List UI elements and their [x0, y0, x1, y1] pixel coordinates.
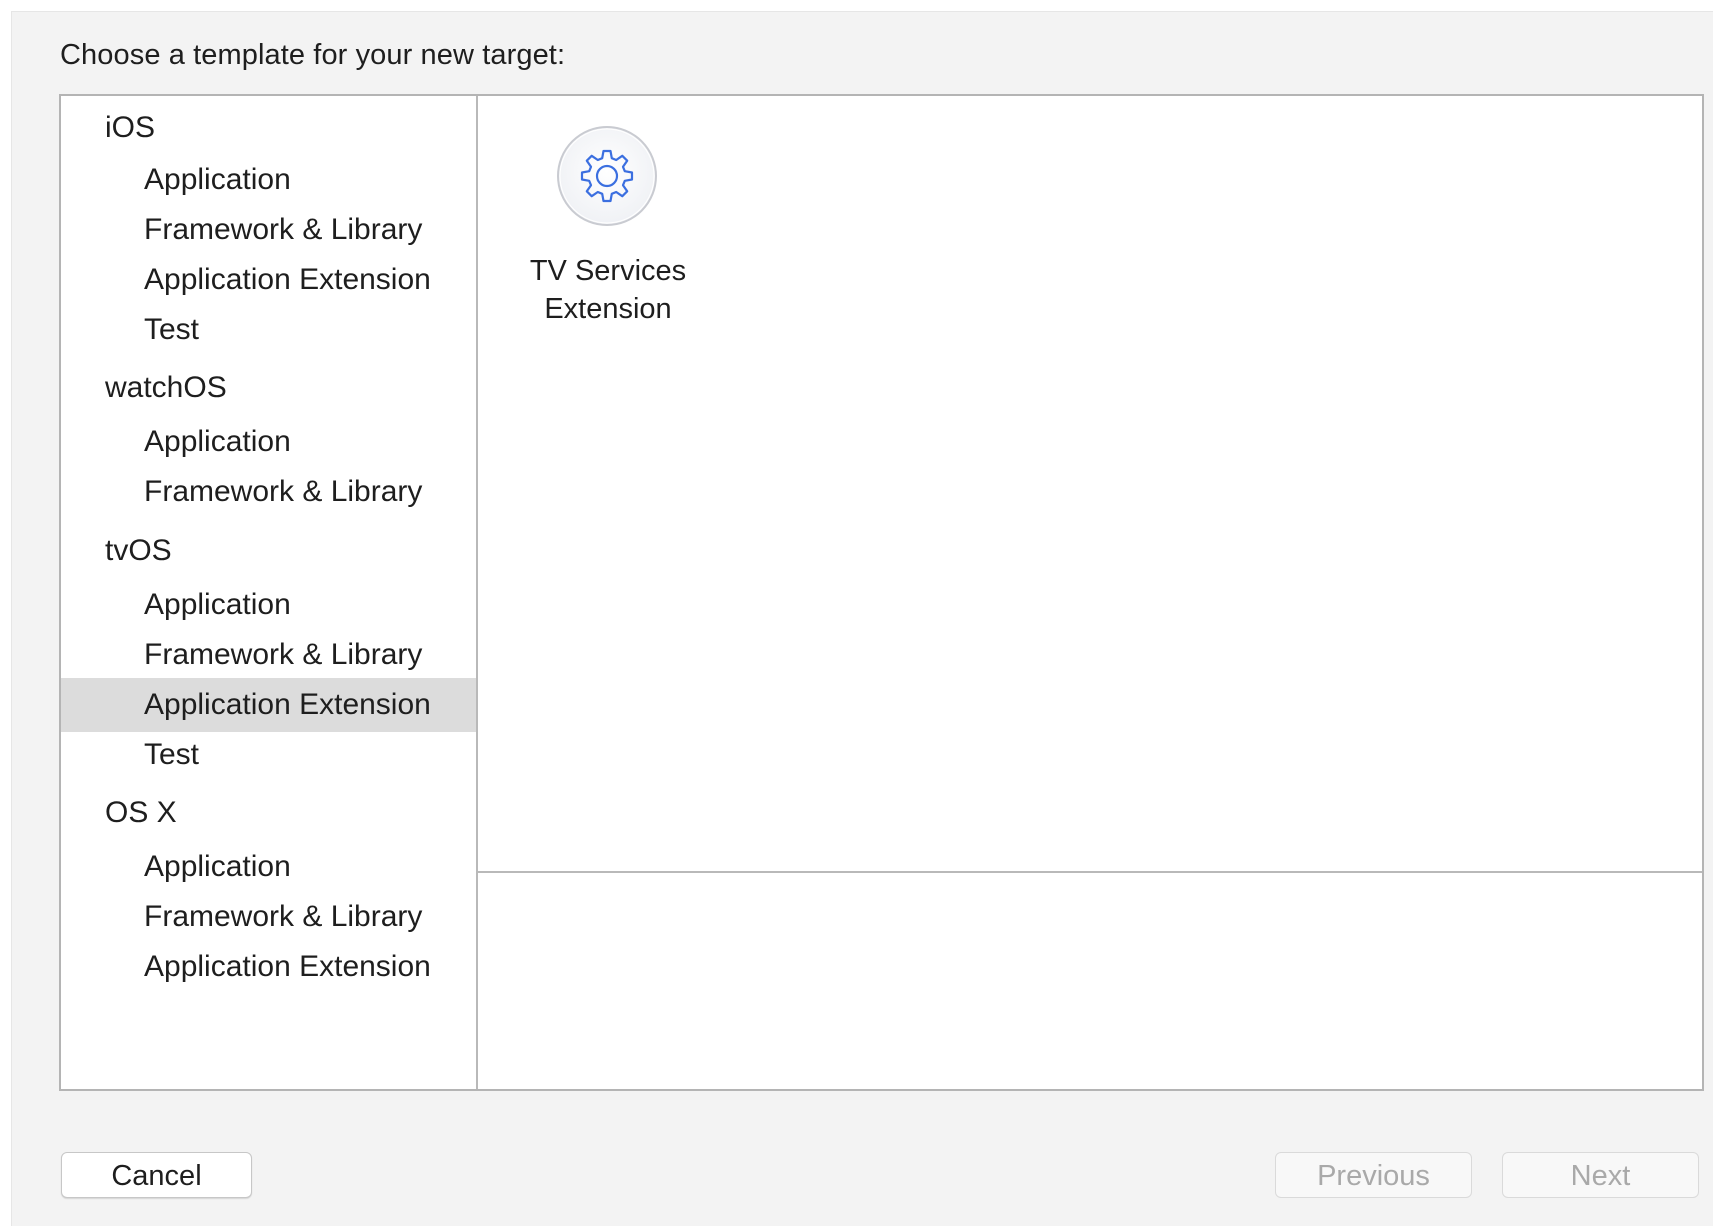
sidebar-item-ios-framework-library[interactable]: Framework & Library: [61, 203, 476, 257]
sidebar-item-watchos-framework-library[interactable]: Framework & Library: [61, 465, 476, 519]
platform-header-ios: iOS: [105, 111, 156, 144]
dialog-prompt: Choose a template for your new target:: [60, 39, 566, 71]
template-chooser-sheet: Choose a template for your new target: i…: [11, 11, 1713, 1226]
platform-header-osx: OS X: [105, 796, 177, 829]
template-label-line1: TV Services: [529, 255, 687, 287]
sidebar-item-tvos-application[interactable]: Application: [61, 578, 476, 632]
sidebar-item-osx-framework-library[interactable]: Framework & Library: [61, 890, 476, 944]
next-button[interactable]: Next: [1502, 1152, 1699, 1198]
sidebar-item-ios-application[interactable]: Application: [61, 153, 476, 207]
template-label-line2: Extension: [544, 293, 672, 325]
previous-button[interactable]: Previous: [1275, 1152, 1472, 1198]
sidebar-item-tvos-test[interactable]: Test: [61, 728, 476, 782]
sidebar-item-osx-application-extension[interactable]: Application Extension: [61, 940, 476, 994]
sidebar-item-ios-application-extension[interactable]: Application Extension: [61, 253, 476, 307]
sidebar-item-tvos-application-extension[interactable]: Application Extension: [61, 678, 476, 732]
sidebar-item-tvos-framework-library[interactable]: Framework & Library: [61, 628, 476, 682]
template-label: TV Services Extension: [508, 252, 708, 328]
template-description-pane: [478, 873, 1702, 1089]
platform-header-tvos: tvOS: [105, 534, 172, 567]
sidebar-item-watchos-application[interactable]: Application: [61, 415, 476, 469]
sidebar-item-osx-application[interactable]: Application: [61, 840, 476, 894]
template-tv-services-extension[interactable]: TV Services Extension: [508, 124, 708, 334]
sidebar-item-ios-test[interactable]: Test: [61, 303, 476, 357]
gear-icon: [557, 126, 657, 226]
cancel-button[interactable]: Cancel: [61, 1152, 252, 1198]
template-grid: TV Services Extension: [478, 96, 1702, 871]
platform-sidebar: iOS Application Framework & Library Appl…: [61, 96, 478, 1089]
platform-header-watchos: watchOS: [105, 371, 227, 404]
template-browser: iOS Application Framework & Library Appl…: [59, 94, 1704, 1091]
